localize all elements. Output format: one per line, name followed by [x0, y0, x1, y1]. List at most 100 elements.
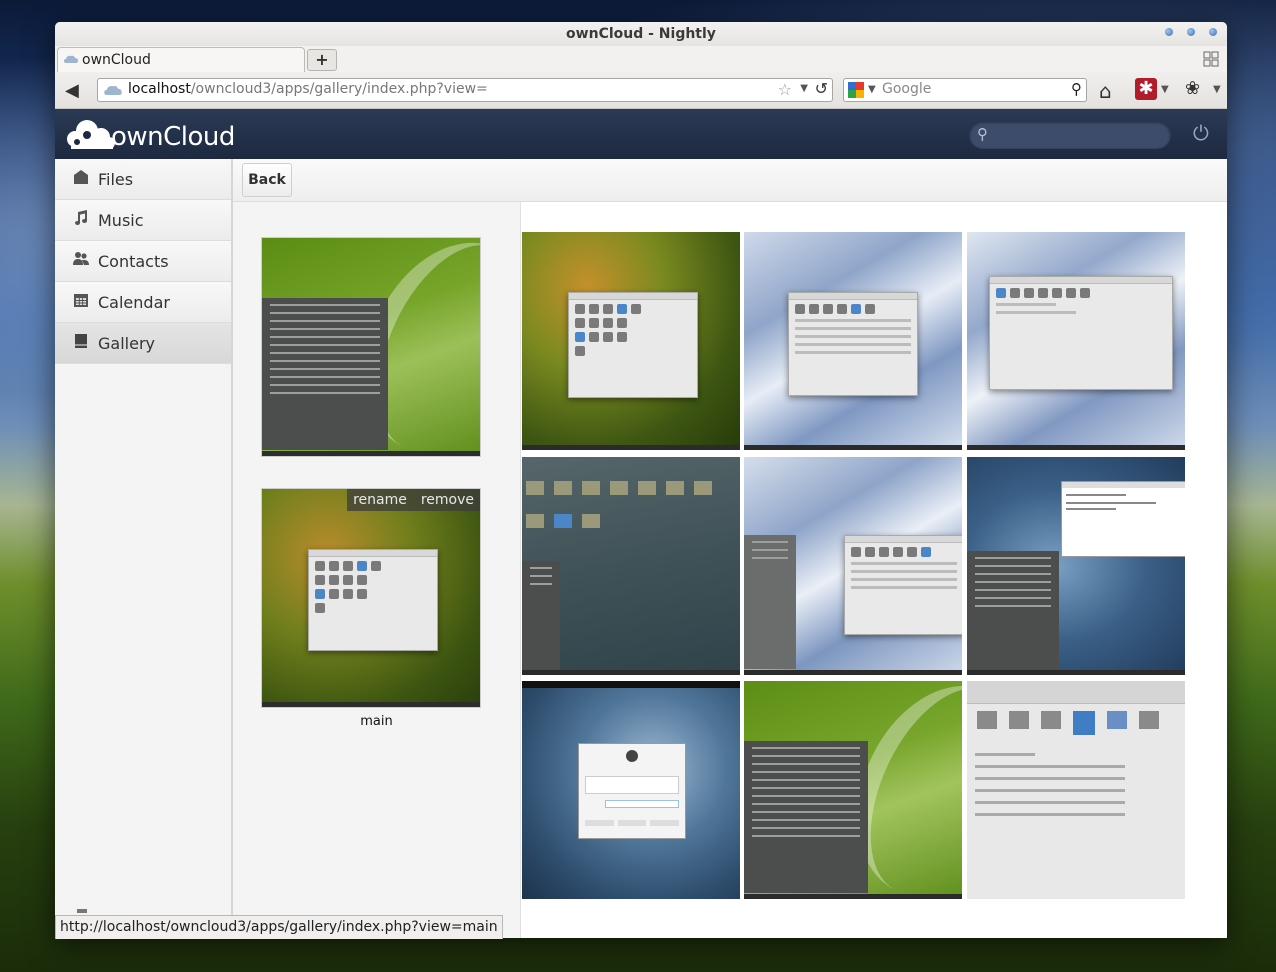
- reload-icon[interactable]: ↺: [815, 79, 828, 98]
- gallery-icon: [75, 334, 87, 348]
- addon-dropdown-icon[interactable]: ▼: [1161, 84, 1169, 95]
- new-tab-button[interactable]: +: [307, 49, 337, 71]
- photo-thumbnail[interactable]: [522, 681, 740, 899]
- sidebar-item-files[interactable]: Files: [55, 159, 231, 200]
- sidebar-item-label: Gallery: [98, 334, 155, 353]
- cloud-icon: [64, 55, 78, 63]
- calendar-icon: [74, 294, 88, 307]
- search-placeholder: Google: [882, 81, 932, 97]
- sidebar-item-music[interactable]: Music: [55, 200, 231, 241]
- taskbar: [967, 670, 1185, 675]
- settings-icon[interactable]: [77, 909, 87, 913]
- music-note-icon: [75, 210, 87, 225]
- history-dropdown-icon[interactable]: ▼: [800, 83, 808, 94]
- search-icon[interactable]: ⚲: [1071, 80, 1082, 98]
- settings-dialog-preview: [568, 292, 698, 398]
- sidebar-item-label: Calendar: [98, 293, 170, 312]
- taskbar: [262, 702, 480, 707]
- url-path: /owncloud3/apps/gallery/index.php?view=: [190, 81, 488, 97]
- album-actions-overlay: rename remove: [347, 489, 480, 511]
- search-icon: ⚲: [977, 125, 988, 143]
- tab-owncloud[interactable]: ownCloud: [57, 47, 305, 72]
- sidebar-item-label: Contacts: [98, 252, 169, 271]
- maximize-button[interactable]: [1187, 28, 1195, 36]
- desktop-icons: [526, 481, 736, 537]
- browser-window: ownCloud - Nightly ownCloud + ◀ localhos…: [55, 22, 1227, 938]
- sidebar-item-gallery[interactable]: Gallery: [55, 323, 231, 364]
- remove-album-button[interactable]: remove: [421, 492, 474, 508]
- url-text: localhost/owncloud3/apps/gallery/index.p…: [128, 81, 488, 97]
- tab-groups-icon[interactable]: [1203, 51, 1219, 67]
- close-button[interactable]: [1209, 28, 1217, 36]
- logout-power-icon[interactable]: ⏻: [1193, 121, 1209, 145]
- tab-strip: ownCloud +: [55, 46, 1227, 72]
- start-menu-preview: [262, 298, 388, 450]
- sidebar-item-calendar[interactable]: Calendar: [55, 282, 231, 323]
- window-title: ownCloud - Nightly: [566, 26, 716, 42]
- dialog-header-preview: [967, 681, 1185, 704]
- album-thumbnail[interactable]: [261, 237, 481, 457]
- settings-tabs-preview: [977, 711, 1159, 735]
- bookmark-star-icon[interactable]: ☆: [778, 80, 792, 99]
- settings-dialog-preview: [844, 535, 962, 635]
- terminal-window-preview: [1061, 481, 1185, 557]
- photo-thumbnail[interactable]: [522, 232, 740, 450]
- rename-album-button[interactable]: rename: [353, 492, 407, 508]
- google-icon[interactable]: [848, 82, 864, 98]
- app-sidebar: Files Music Contacts Calendar Gallery: [55, 159, 233, 938]
- side-panel-preview: [522, 561, 560, 671]
- photo-thumbnail[interactable]: [967, 457, 1185, 675]
- search-engine-bar[interactable]: ▼ Google ⚲: [843, 78, 1087, 102]
- owncloud-header: ownCloud ⚲ ⏻: [55, 109, 1227, 159]
- back-arrow-icon[interactable]: ◀: [65, 80, 79, 101]
- side-panel-preview: [744, 535, 796, 669]
- taskbar: [262, 451, 480, 456]
- top-panel: [522, 681, 740, 688]
- gallery-content: Back rename remove main: [233, 159, 1227, 938]
- url-bar[interactable]: localhost/owncloud3/apps/gallery/index.p…: [97, 78, 833, 102]
- photo-thumbnail[interactable]: [967, 681, 1185, 899]
- photo-thumbnail[interactable]: [744, 457, 962, 675]
- settings-dialog-preview: [788, 292, 918, 396]
- navigation-toolbar: ◀ localhost/owncloud3/apps/gallery/index…: [55, 72, 1227, 109]
- status-bar-url: http://localhost/owncloud3/apps/gallery/…: [55, 915, 503, 939]
- taskbar: [522, 670, 740, 675]
- window-titlebar: ownCloud - Nightly: [55, 22, 1227, 46]
- logo-text: ownCloud: [111, 122, 235, 152]
- search-engine-dropdown-icon[interactable]: ▼: [868, 84, 876, 95]
- sidebar-item-contacts[interactable]: Contacts: [55, 241, 231, 282]
- taskbar: [744, 670, 962, 675]
- sidebar-item-label: Files: [98, 170, 134, 189]
- home-icon[interactable]: ⌂: [1099, 79, 1112, 103]
- taskbar: [967, 445, 1185, 450]
- contacts-icon: [73, 252, 89, 265]
- album-list: rename remove main: [233, 202, 521, 938]
- bug-icon[interactable]: ❀: [1185, 78, 1200, 99]
- login-dialog-preview: [578, 743, 686, 839]
- back-button[interactable]: Back: [242, 163, 292, 197]
- album-thumbnail-main[interactable]: rename remove: [261, 488, 481, 708]
- owncloud-search-input[interactable]: ⚲: [969, 121, 1171, 149]
- bug-dropdown-icon[interactable]: ▼: [1213, 84, 1221, 95]
- start-menu-preview: [744, 741, 868, 893]
- url-host: localhost: [128, 81, 191, 97]
- photo-thumbnail[interactable]: [967, 232, 1185, 450]
- taskbar: [522, 445, 740, 450]
- photo-thumbnail[interactable]: [744, 681, 962, 899]
- addon-icon[interactable]: ✱: [1135, 78, 1157, 100]
- taskbar: [744, 894, 962, 899]
- photo-thumbnail[interactable]: [744, 232, 962, 450]
- folder-icon: [74, 170, 88, 184]
- photo-thumbnail[interactable]: [522, 457, 740, 675]
- sidebar-item-label: Music: [98, 211, 144, 230]
- window-controls: [1165, 28, 1217, 36]
- minimize-button[interactable]: [1165, 28, 1173, 36]
- settings-dialog-preview: [989, 276, 1173, 390]
- settings-rows-preview: [975, 753, 1125, 825]
- start-menu-preview: [967, 551, 1059, 671]
- site-identity-icon[interactable]: [104, 85, 122, 95]
- taskbar: [744, 445, 962, 450]
- settings-dialog-preview: [308, 549, 438, 651]
- tab-title: ownCloud: [82, 52, 151, 68]
- album-label: main: [360, 714, 393, 729]
